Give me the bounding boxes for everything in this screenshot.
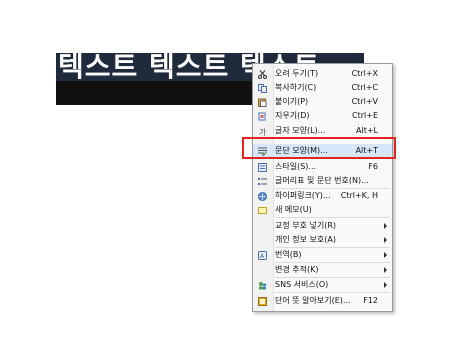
menu-item-translate[interactable]: A 번역(B) (253, 248, 392, 262)
menu-item-shortcut: Ctrl+K, H (340, 191, 378, 200)
erase-icon (258, 112, 267, 121)
menu-item-label: 붙이기(P) (275, 97, 309, 106)
menu-item-shortcut: F12 (363, 296, 378, 305)
menu-item-label: 변경 추적(K) (275, 265, 319, 274)
menu-item-label: 교정 부호 넣기(R) (275, 221, 337, 230)
hyperlink-icon (258, 192, 267, 201)
style-icon (258, 163, 267, 172)
menu-item-track-changes[interactable]: 변경 추적(K) (253, 263, 392, 277)
menu-item-label: 오려 두기(T) (275, 69, 319, 78)
submenu-arrow-icon (384, 267, 387, 273)
menu-item-label: 복사하기(C) (275, 83, 317, 92)
submenu-arrow-icon (384, 223, 387, 229)
menu-item-label: 새 메모(U) (275, 205, 312, 214)
menu-item-char-shape[interactable]: 가 글자 모양(L)... Alt+L (253, 124, 392, 138)
menu-item-cut[interactable]: 오려 두기(T) Ctrl+X (253, 67, 392, 81)
sns-icon (258, 281, 267, 290)
highlight-annotation-box (242, 137, 396, 159)
menu-item-shortcut: Ctrl+V (351, 97, 378, 106)
menu-item-proofreading-marks[interactable]: 교정 부호 넣기(R) (253, 219, 392, 233)
char-shape-icon: 가 (258, 127, 267, 137)
submenu-arrow-icon (384, 252, 387, 258)
menu-item-shortcut: Ctrl+C (351, 83, 378, 92)
submenu-arrow-icon (384, 282, 387, 288)
context-menu: 오려 두기(T) Ctrl+X 복사하기(C) Ctrl+C 붙이기(P) Ct… (252, 63, 393, 312)
dictionary-icon (258, 297, 267, 306)
menu-item-label: 번역(B) (275, 250, 302, 259)
menu-separator (275, 217, 390, 218)
menu-separator (275, 292, 390, 293)
menu-item-label: 하이퍼링크(Y)... (275, 191, 331, 200)
menu-item-shortcut: Ctrl+E (352, 111, 378, 120)
menu-item-label: 단어 뜻 알아보기(E)... (275, 296, 351, 305)
menu-item-label: 개인 정보 보호(A) (275, 235, 336, 244)
menu-item-label: 스타일(S)... (275, 162, 317, 171)
svg-text:가: 가 (259, 128, 267, 136)
memo-icon (258, 206, 267, 215)
menu-item-privacy-protection[interactable]: 개인 정보 보호(A) (253, 233, 392, 247)
menu-item-paste[interactable]: 붙이기(P) Ctrl+V (253, 95, 392, 109)
menu-item-label: 글자 모양(L)... (275, 126, 326, 135)
scissors-icon (258, 70, 267, 79)
translate-icon: A (258, 251, 267, 260)
menu-item-shortcut: Ctrl+X (351, 69, 378, 78)
menu-item-shortcut: Alt+L (356, 126, 378, 135)
menu-item-label: 지우기(D) (275, 111, 310, 120)
menu-item-label: 글머리표 및 문단 번호(N)... (275, 176, 369, 185)
menu-item-new-memo[interactable]: 새 메모(U) (253, 203, 392, 217)
menu-item-copy[interactable]: 복사하기(C) Ctrl+C (253, 81, 392, 95)
menu-item-word-lookup[interactable]: 단어 뜻 알아보기(E)... F12 (253, 294, 392, 308)
submenu-arrow-icon (384, 237, 387, 243)
menu-item-style[interactable]: 스타일(S)... F6 (253, 160, 392, 174)
menu-item-label: SNS 서비스(O) (275, 280, 329, 289)
copy-icon (258, 84, 267, 93)
paste-icon (258, 98, 267, 107)
menu-item-shortcut: F6 (368, 162, 378, 171)
bullets-icon (258, 177, 267, 186)
selection-highlight (56, 81, 254, 105)
menu-item-sns-service[interactable]: SNS 서비스(O) (253, 278, 392, 292)
menu-item-delete[interactable]: 지우기(D) Ctrl+E (253, 109, 392, 123)
menu-item-bullets-numbering[interactable]: 글머리표 및 문단 번호(N)... (253, 174, 392, 188)
menu-item-hyperlink[interactable]: 하이퍼링크(Y)... Ctrl+K, H (253, 189, 392, 203)
